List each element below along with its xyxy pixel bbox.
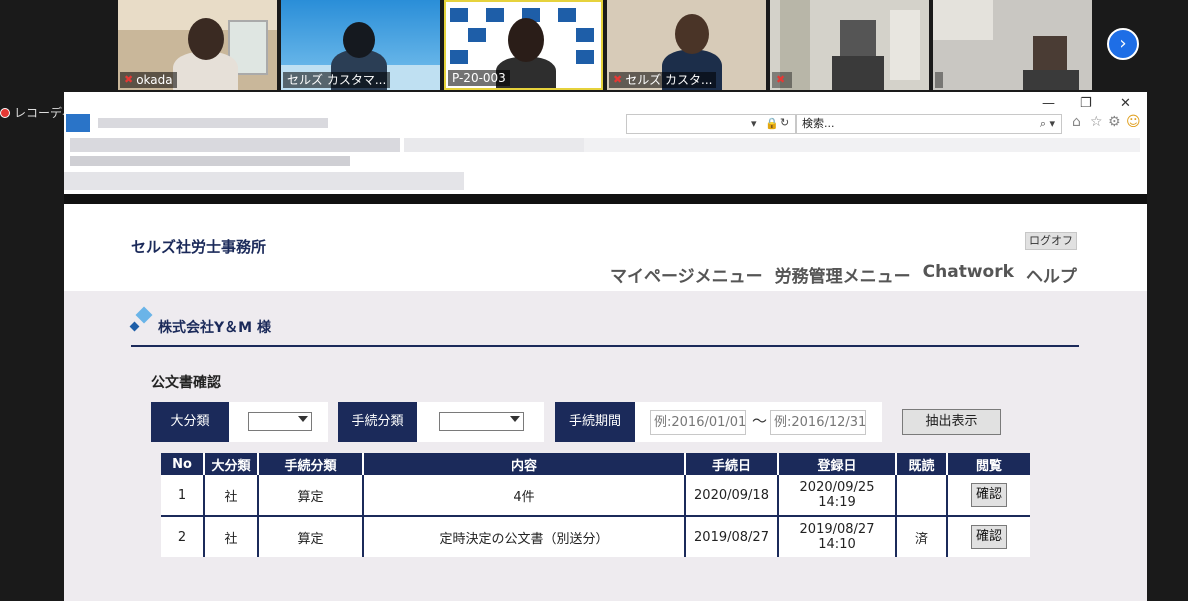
browser-window: — ❐ ✕ ▾ 🔒 ↻ 検索... ⌕ ▾ ⌂ ☆ ⚙ ☺ セルズ社労士事務所 … (64, 92, 1147, 601)
date-from-input[interactable]: 例:2016/01/01 (650, 410, 746, 435)
smiley-feedback-icon[interactable]: ☺ (1126, 114, 1141, 130)
participant-name: P-20-003 (452, 71, 506, 85)
nav-mypage-menu[interactable]: マイページメニュー (610, 262, 763, 287)
extract-display-button[interactable]: 抽出表示 (902, 409, 1001, 435)
documents-table: No 大分類 手続分類 内容 手続日 登録日 既読 閲覧 1 社 算定 4件 2… (161, 453, 1030, 557)
search-placeholder: 検索... (802, 117, 835, 130)
dropdown-arrow-icon[interactable]: ▾ (751, 117, 757, 130)
row-procedure-date: 2019/08/27 (685, 516, 779, 557)
row-read-status (896, 475, 948, 517)
diamond-decoration-icon (129, 321, 140, 332)
participant-tile-active[interactable]: P-20-003 (444, 0, 603, 90)
row-no: 1 (161, 475, 205, 517)
company-name: 株式会社Y＆M 様 (158, 320, 271, 336)
participant-tile[interactable]: セルズ カスタマ... (281, 0, 440, 90)
date-separator: 〜 (752, 412, 768, 430)
participant-tile[interactable] (933, 0, 1092, 90)
category-filter-field (229, 402, 328, 442)
confirm-button[interactable]: 確認 (971, 525, 1007, 549)
participant-tile[interactable]: ✖ okada (118, 0, 277, 90)
address-bar[interactable]: ▾ 🔒 ↻ (626, 114, 796, 134)
blurred-tab-strip (584, 138, 1140, 152)
home-icon[interactable]: ⌂ (1072, 114, 1081, 130)
blurred-favorites-bar (70, 156, 350, 166)
web-page: セルズ社労士事務所 ログオフ マイページメニュー 労務管理メニュー Chatwo… (64, 204, 1147, 601)
minimize-icon[interactable]: — (1042, 96, 1055, 111)
column-header: 手続分類 (258, 453, 364, 475)
column-header: 大分類 (204, 453, 259, 475)
column-header: 既読 (896, 453, 948, 475)
blurred-tab-strip (70, 138, 400, 152)
browser-search-input[interactable]: 検索... ⌕ ▾ (796, 114, 1062, 134)
nav-help[interactable]: ヘルプ (1026, 262, 1077, 287)
divider (131, 345, 1079, 347)
participant-tile[interactable]: ✖ (770, 0, 929, 90)
category-filter-label: 大分類 (151, 402, 229, 442)
row-procedure: 算定 (258, 475, 364, 517)
row-registered-date: 2019/08/27 14:10 (778, 516, 897, 557)
row-procedure: 算定 (258, 516, 364, 557)
confirm-button[interactable]: 確認 (971, 483, 1007, 507)
period-filter-field: 例:2016/01/01 〜 例:2016/12/31 (635, 402, 882, 442)
nav-labor-management-menu[interactable]: 労務管理メニュー (775, 262, 911, 287)
period-filter-label: 手続期間 (555, 402, 635, 442)
diamond-decoration-icon (135, 306, 153, 324)
row-procedure-date: 2020/09/18 (685, 475, 779, 517)
chevron-down-icon (298, 416, 308, 422)
lock-icon: 🔒 (765, 117, 779, 130)
site-title[interactable]: セルズ社労士事務所 (131, 236, 266, 257)
video-participant-strip: ✖ okada セルズ カスタマ... P-20-003 ✖ セルズ カスタ... … (0, 0, 1188, 92)
top-navigation: マイページメニュー 労務管理メニュー Chatwork ヘルプ (610, 262, 1077, 287)
row-category: 社 (204, 475, 259, 517)
date-to-input[interactable]: 例:2016/12/31 (770, 410, 866, 435)
next-page-arrow-icon[interactable]: › (1107, 28, 1139, 60)
close-icon[interactable]: ✕ (1120, 96, 1131, 111)
row-content: 定時決定の公文書（別送分） (363, 516, 686, 557)
main-content: 株式会社Y＆M 様 公文書確認 大分類 手続分類 手続期間 例:2016/01/… (64, 291, 1147, 601)
logoff-button[interactable]: ログオフ (1025, 232, 1077, 250)
site-favicon (66, 114, 90, 132)
column-header: No (161, 453, 205, 475)
settings-gear-icon[interactable]: ⚙ (1108, 114, 1121, 130)
column-header: 内容 (363, 453, 686, 475)
mic-muted-icon: ✖ (613, 73, 623, 86)
column-header: 登録日 (778, 453, 897, 475)
procedure-select[interactable] (439, 412, 524, 431)
row-registered-date: 2020/09/25 14:19 (778, 475, 897, 517)
refresh-icon[interactable]: ↻ (780, 116, 789, 129)
table-row: 1 社 算定 4件 2020/09/18 2020/09/25 14:19 確認 (161, 475, 1030, 517)
blurred-favorites-bar (64, 172, 464, 190)
category-select[interactable] (248, 412, 312, 431)
record-icon (0, 107, 10, 118)
row-category: 社 (204, 516, 259, 557)
browser-chrome: — ❐ ✕ ▾ 🔒 ↻ 検索... ⌕ ▾ ⌂ ☆ ⚙ ☺ (64, 92, 1147, 194)
participant-name: okada (136, 73, 173, 87)
mic-muted-icon: ✖ (124, 73, 134, 86)
mic-muted-icon: ✖ (776, 73, 786, 86)
participant-name: セルズ カスタマ... (287, 73, 387, 87)
restore-icon[interactable]: ❐ (1080, 96, 1092, 111)
section-title: 公文書確認 (151, 375, 221, 391)
row-content: 4件 (363, 475, 686, 517)
column-header: 閲覧 (947, 453, 1030, 475)
participant-name: セルズ カスタ... (625, 73, 713, 87)
chevron-down-icon (510, 416, 520, 422)
nav-chatwork[interactable]: Chatwork (923, 262, 1014, 287)
row-read-status: 済 (896, 516, 948, 557)
participant-tile[interactable]: ✖ セルズ カスタ... (607, 0, 766, 90)
row-no: 2 (161, 516, 205, 557)
table-row: 2 社 算定 定時決定の公文書（別送分） 2019/08/27 2019/08/… (161, 516, 1030, 557)
search-icon[interactable]: ⌕ ▾ (1040, 115, 1055, 133)
procedure-filter-field (417, 402, 544, 442)
blurred-tab-strip (404, 138, 594, 152)
recording-indicator: レコーディ (0, 104, 73, 121)
blurred-tab-title (98, 118, 328, 128)
favorites-star-icon[interactable]: ☆ (1090, 114, 1103, 130)
procedure-filter-label: 手続分類 (338, 402, 417, 442)
column-header: 手続日 (685, 453, 779, 475)
